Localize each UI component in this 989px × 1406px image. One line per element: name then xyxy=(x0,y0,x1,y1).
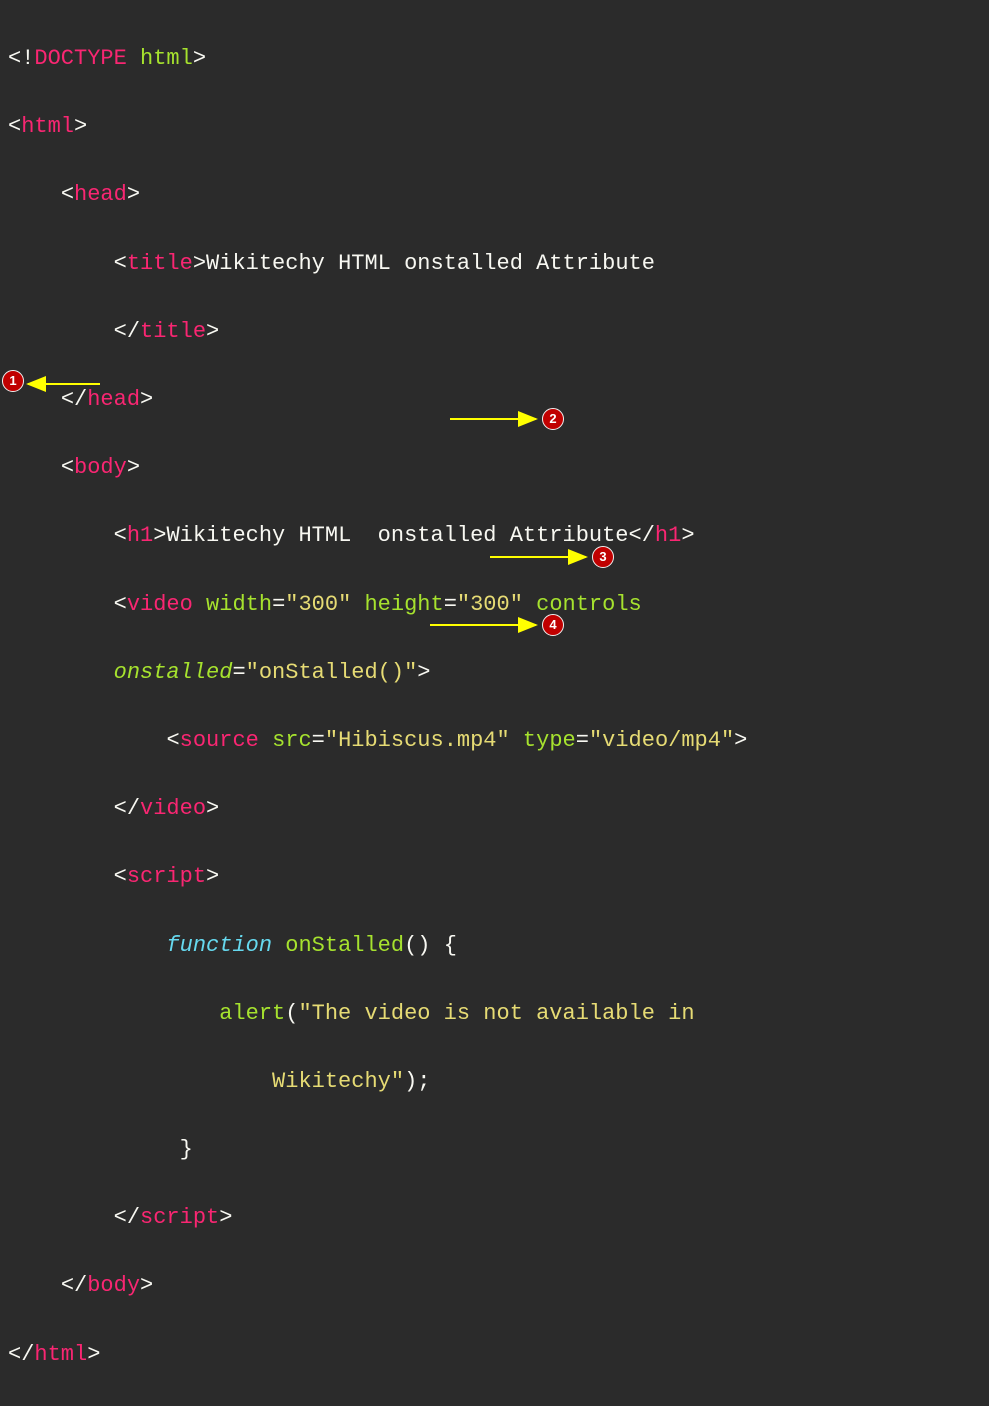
alert-string-2: Wikitechy" xyxy=(272,1069,404,1094)
doctype-rest: html xyxy=(127,46,193,71)
attr-width: width xyxy=(206,592,272,617)
attr-height: height xyxy=(364,592,443,617)
val-onstalled: "onStalled()" xyxy=(246,660,418,685)
fn-params: () xyxy=(404,933,430,958)
attr-src: src xyxy=(272,728,312,753)
arrow-4-icon xyxy=(430,619,540,631)
body-close-tag: body xyxy=(87,1273,140,1298)
arrow-3-icon xyxy=(490,551,590,563)
source-tag: source xyxy=(180,728,259,753)
alert-string-1: "The video is not available in xyxy=(298,1001,694,1026)
attr-onstalled: onstalled xyxy=(114,660,233,685)
title-open-tag: title xyxy=(127,251,193,276)
video-close-tag: video xyxy=(140,796,206,821)
val-src: "Hibiscus.mp4" xyxy=(325,728,510,753)
attr-type: type xyxy=(523,728,576,753)
html-close-tag: html xyxy=(34,1342,87,1367)
title-text: Wikitechy HTML onstalled Attribute xyxy=(206,251,655,276)
annotation-badge-3: 3 xyxy=(592,546,614,568)
body-open-tag: body xyxy=(74,455,127,480)
val-width: "300" xyxy=(285,592,351,617)
val-height: "300" xyxy=(457,592,523,617)
val-type: "video/mp4" xyxy=(589,728,734,753)
head-close-tag: head xyxy=(87,387,140,412)
code-editor: <!DOCTYPE html> <html> <head> <title>Wik… xyxy=(8,8,981,1406)
head-open-tag: head xyxy=(74,182,127,207)
doctype-open: <! xyxy=(8,46,34,71)
annotation-badge-4: 4 xyxy=(542,614,564,636)
h1-open-tag: h1 xyxy=(127,523,153,548)
arrow-2-icon xyxy=(450,413,540,425)
annotation-badge-2: 2 xyxy=(542,408,564,430)
title-close-tag: title xyxy=(140,319,206,344)
paren-close: ) xyxy=(404,1069,417,1094)
keyword-function: function xyxy=(166,933,272,958)
annotation-badge-1: 1 xyxy=(2,370,24,392)
script-open-tag: script xyxy=(127,864,206,889)
attr-controls: controls xyxy=(536,592,642,617)
semicolon: ; xyxy=(417,1069,430,1094)
html-open-tag: html xyxy=(21,114,74,139)
paren-open: ( xyxy=(285,1001,298,1026)
brace-close: } xyxy=(180,1137,193,1162)
script-close-tag: script xyxy=(140,1205,219,1230)
alert-call: alert xyxy=(219,1001,285,1026)
video-open-tag: video xyxy=(127,592,193,617)
h1-close-tag: h1 xyxy=(655,523,681,548)
arrow-1-icon xyxy=(24,378,100,390)
function-name: onStalled xyxy=(285,933,404,958)
h1-text: Wikitechy HTML onstalled Attribute xyxy=(166,523,628,548)
doctype-close: > xyxy=(193,46,206,71)
doctype-name: DOCTYPE xyxy=(34,46,126,71)
brace-open: { xyxy=(444,933,457,958)
